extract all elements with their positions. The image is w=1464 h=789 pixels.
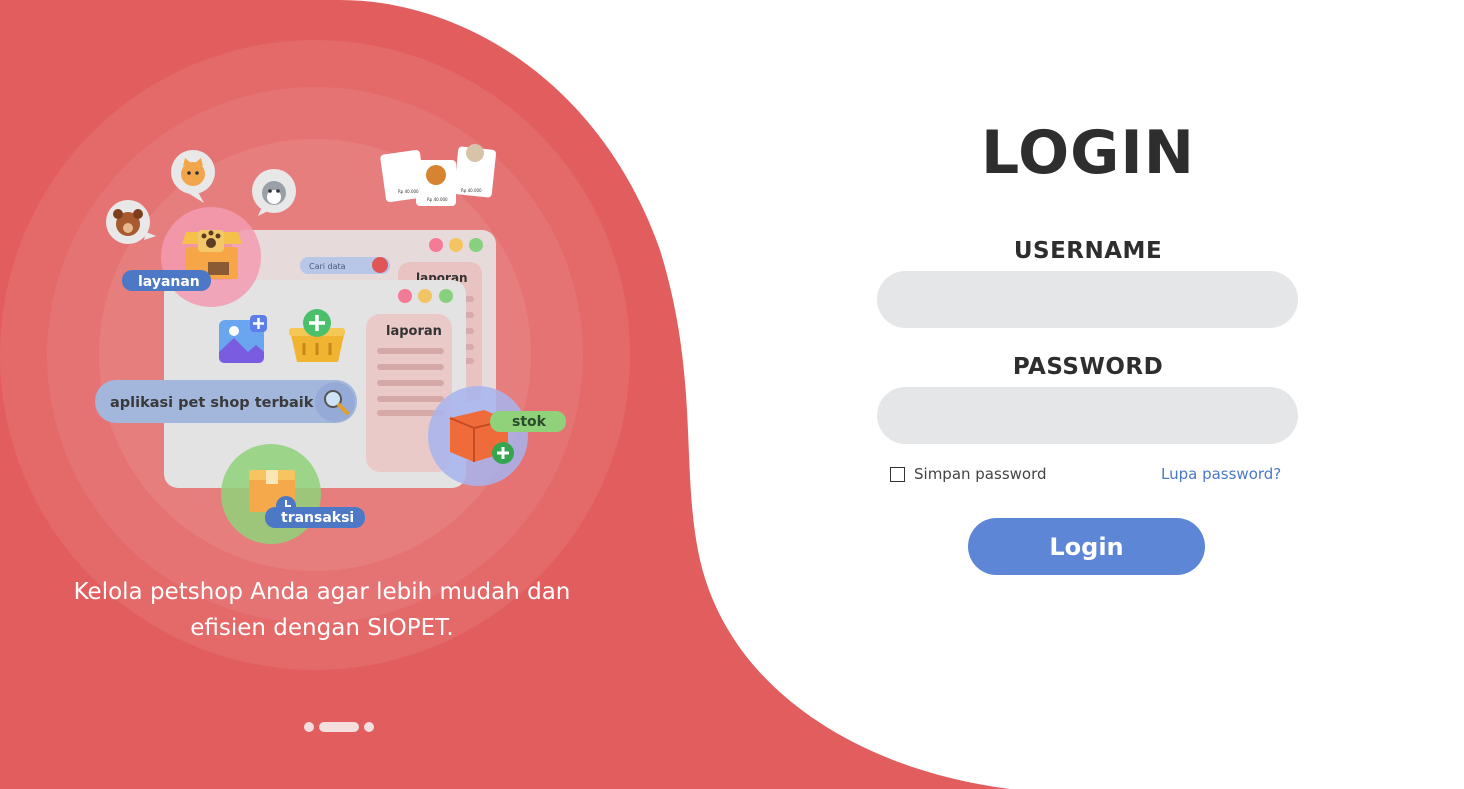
card-price-1: Rp 40.000 [398, 189, 419, 194]
chip-stok: stok [512, 414, 547, 430]
remember-password-checkbox[interactable] [890, 466, 905, 482]
password-label: PASSWORD [1012, 354, 1164, 380]
chip-layanan: layanan [138, 274, 200, 290]
username-label: USERNAME [1013, 238, 1163, 264]
remember-password-label: Simpan password [914, 465, 1047, 483]
petshop-illustration: Cari data laporan laporan aplikasi pet s… [0, 40, 630, 670]
mini-search-placeholder: Cari data [309, 262, 346, 271]
login-button[interactable]: Login [968, 518, 1205, 575]
search-pill-text: aplikasi pet shop terbaik [110, 395, 314, 411]
login-title: LOGIN [981, 118, 1195, 188]
chip-transaksi: transaksi [281, 510, 354, 526]
password-input[interactable] [877, 387, 1298, 444]
tagline-line-2: efisien dengan SIOPET. [190, 615, 454, 641]
card-price-2: Rp 40.000 [427, 197, 448, 202]
username-input[interactable] [877, 271, 1298, 328]
carousel-indicators [304, 722, 374, 732]
forgot-password-link[interactable]: Lupa password? [1161, 465, 1281, 483]
tagline: Kelola petshop Anda agar lebih mudah dan… [40, 574, 604, 646]
card-price-3: Rp 40.000 [461, 188, 482, 193]
remember-password[interactable]: Simpan password [890, 465, 1047, 483]
carousel-dot-3[interactable] [364, 722, 374, 732]
tagline-line-1: Kelola petshop Anda agar lebih mudah dan [73, 579, 571, 605]
report-title: laporan [386, 324, 442, 339]
carousel-dot-1[interactable] [304, 722, 314, 732]
search-pill: aplikasi pet shop terbaik [95, 380, 357, 423]
carousel-dot-2-active[interactable] [319, 722, 359, 732]
